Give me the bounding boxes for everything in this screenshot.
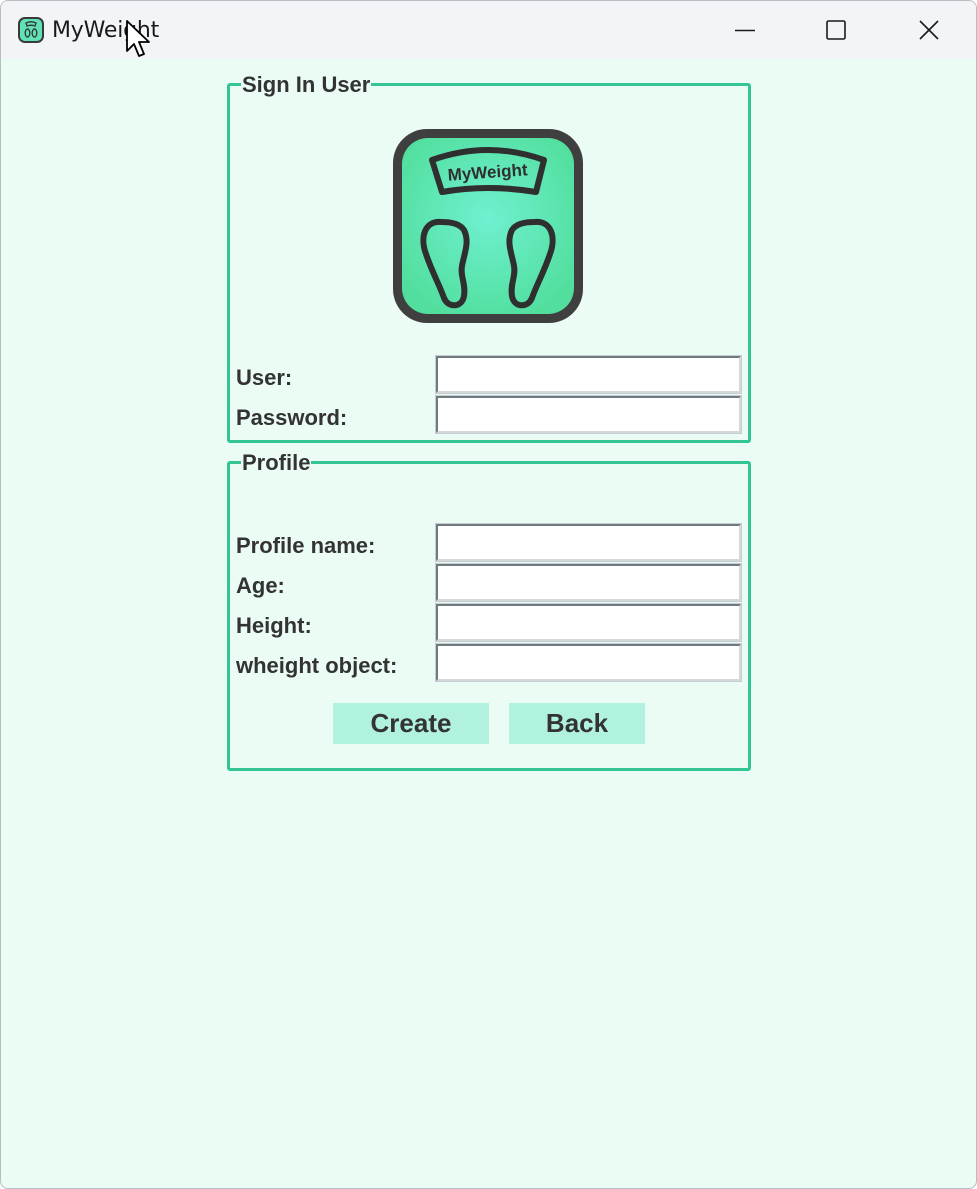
close-button[interactable] xyxy=(883,1,975,59)
sign-in-group: Sign In User MyWeight User: Password: xyxy=(227,72,751,443)
scale-app-icon xyxy=(18,17,44,43)
maximize-icon xyxy=(826,20,846,40)
profile-group: Profile Profile name: Age: Height: wheig… xyxy=(227,450,751,771)
mouse-pointer-icon xyxy=(125,19,153,61)
height-input[interactable] xyxy=(435,603,742,642)
weight-object-input[interactable] xyxy=(435,643,742,682)
close-icon xyxy=(919,20,939,40)
title-bar[interactable]: MyWeight xyxy=(1,1,976,59)
sign-in-legend: Sign In User xyxy=(241,72,372,98)
height-label: Height: xyxy=(236,613,312,638)
profile-name-input[interactable] xyxy=(435,523,742,562)
profile-legend: Profile xyxy=(241,450,312,476)
password-label: Password: xyxy=(236,405,348,430)
maximize-button[interactable] xyxy=(791,1,883,59)
minimize-button[interactable] xyxy=(699,1,791,59)
user-label: User: xyxy=(236,365,293,390)
profile-name-label: Profile name: xyxy=(236,533,376,558)
age-label: Age: xyxy=(236,573,285,598)
back-button[interactable]: Back xyxy=(509,703,645,744)
weight-object-label: wheight object: xyxy=(236,653,398,678)
app-window: MyWeight Sign In User MyWeight User: Pas… xyxy=(0,0,977,1189)
age-input[interactable] xyxy=(435,563,742,602)
password-input[interactable] xyxy=(435,395,742,434)
myweight-logo: MyWeight xyxy=(390,126,586,326)
create-button[interactable]: Create xyxy=(333,703,489,744)
user-input[interactable] xyxy=(435,355,742,394)
minimize-icon xyxy=(735,29,755,32)
